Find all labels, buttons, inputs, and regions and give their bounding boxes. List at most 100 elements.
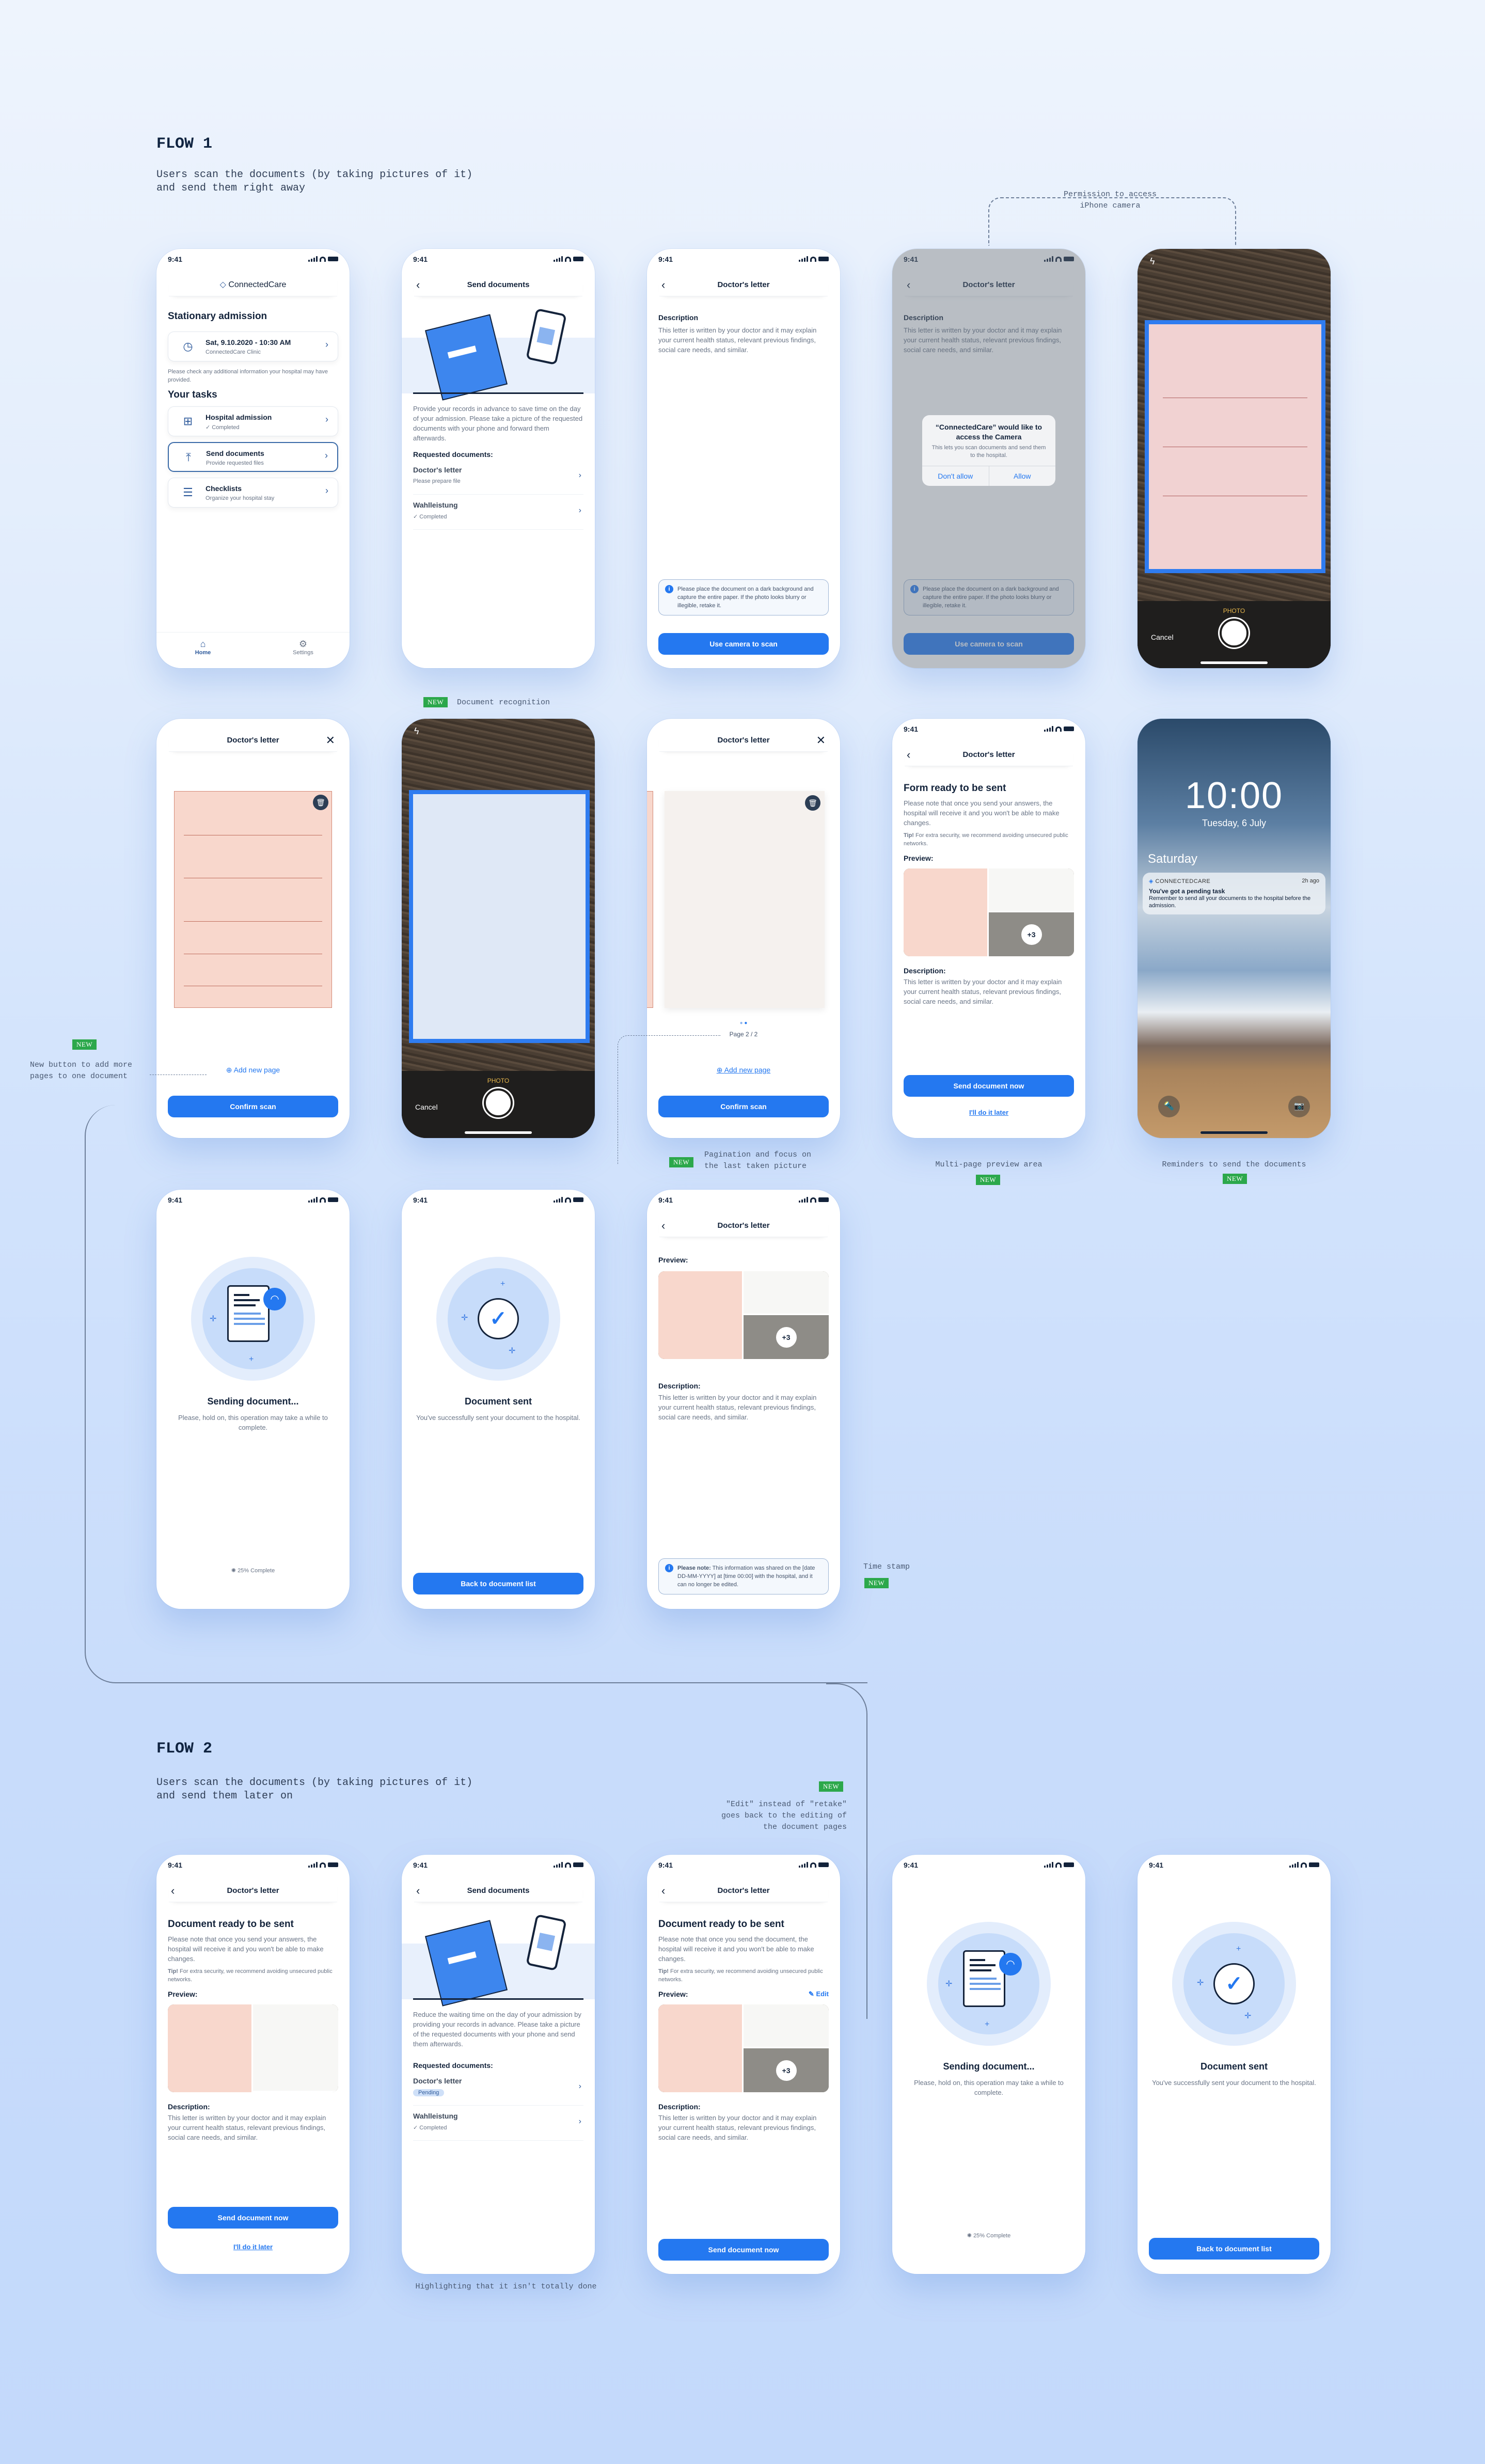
nav-title: Send documents <box>467 280 530 289</box>
wifi-icon <box>1301 1862 1307 1868</box>
back-icon[interactable]: ‹ <box>416 274 420 296</box>
spinner-icon: ✺ <box>967 2233 972 2239</box>
preview-label: Preview: <box>904 854 934 862</box>
battery-icon <box>1064 1862 1074 1867</box>
back-icon[interactable]: ‹ <box>661 274 665 296</box>
back-icon[interactable]: ‹ <box>171 1879 175 1902</box>
trash-icon[interactable]: 🗑 <box>313 795 328 810</box>
back-to-list-button[interactable]: Back to document list <box>1149 2238 1319 2260</box>
previous-page-thumbnail[interactable] <box>647 791 653 1008</box>
multipage-preview[interactable]: +3 <box>658 2004 829 2092</box>
tab-settings[interactable]: ⚙ Settings <box>272 639 334 656</box>
nav-bar: ‹ Send documents <box>414 1879 582 1902</box>
plus-circle-icon: ⊕ <box>226 1066 232 1074</box>
app-icon: ◈ <box>1149 878 1154 884</box>
document-detection-frame <box>409 790 590 1043</box>
battery-icon <box>1309 1862 1319 1867</box>
lock-day: Saturday <box>1148 852 1198 866</box>
close-icon[interactable]: ✕ <box>326 729 335 752</box>
more-pages-badge[interactable]: +3 <box>1021 924 1042 945</box>
success-illustration: ✓ + ✛ ✛ <box>1172 1922 1296 2046</box>
sparkle-icon: + <box>1236 1945 1241 1953</box>
screen-doc-ready-edit: 9:41 ‹ Doctor's letter Document ready to … <box>647 1855 840 2274</box>
close-icon[interactable]: ✕ <box>816 729 826 752</box>
push-notification[interactable]: ◈ CONNECTEDCARE 2h ago You've got a pend… <box>1143 873 1325 914</box>
sent-title: Document sent <box>1200 2061 1268 2072</box>
annotation-doc-recognition: Document recognition <box>457 698 550 707</box>
preview-page-1 <box>658 2004 744 2092</box>
wifi-icon <box>320 1862 326 1868</box>
ready-note: Please note that once you send your answ… <box>168 1935 324 1963</box>
pencil-icon: ✎ <box>808 1990 814 1998</box>
doc-row-wahlleistung[interactable]: Wahlleistung ✓ Completed › <box>413 2107 583 2141</box>
signal-icon <box>554 1862 563 1868</box>
status-bar: 9:41 <box>413 1861 583 1871</box>
camera-icon[interactable]: 📷 <box>1288 1096 1310 1117</box>
logo-icon: ◇ <box>219 280 226 289</box>
doc-row-doctors-letter[interactable]: Doctor's letter Pending › <box>413 2072 583 2106</box>
chevron-right-icon: › <box>325 339 328 350</box>
alert-body: This lets you scan documents and send th… <box>931 445 1046 459</box>
ready-note: Please note that once you send your answ… <box>904 799 1060 827</box>
battery-icon <box>328 257 338 261</box>
do-later-link[interactable]: I'll do it later <box>892 1109 1085 1116</box>
two-page-preview[interactable] <box>168 2004 338 2092</box>
status-bar: 9:41 <box>904 725 1074 735</box>
trash-icon[interactable]: 🗑 <box>805 795 820 811</box>
flash-icon[interactable]: ϟ <box>1150 256 1155 267</box>
do-later-link[interactable]: I'll do it later <box>156 2243 350 2251</box>
edit-button[interactable]: ✎ Edit <box>809 1990 829 1998</box>
description-text: This letter is written by your doctor an… <box>658 2114 817 2141</box>
screen-sent-2: 9:41 ✓ + ✛ ✛ Document sent You've succes… <box>1138 1855 1331 2274</box>
send-now-button[interactable]: Send document now <box>658 2239 829 2261</box>
section-tasks: Your tasks <box>168 389 217 400</box>
appointment-card[interactable]: ◷ Sat, 9.10.2020 - 10:30 AM ConnectedCar… <box>168 331 338 361</box>
screen-camera-recognition: ϟ PHOTO Cancel <box>402 719 595 1138</box>
info-box: i Please place the document on a dark bac… <box>658 579 829 615</box>
nav-title: Doctor's letter <box>962 750 1015 759</box>
signal-icon <box>799 1862 808 1868</box>
send-now-button[interactable]: Send document now <box>168 2207 338 2229</box>
illustration-ground <box>413 392 583 394</box>
flash-off-icon[interactable]: ϟ <box>414 726 419 737</box>
description-text: This letter is written by your doctor an… <box>658 326 817 354</box>
flow1-title: FLOW 1 <box>156 135 213 153</box>
ready-title: Document ready to be sent <box>168 1919 294 1930</box>
sending-title: Sending document... <box>943 2061 1035 2072</box>
screen-sending-2: 9:41 ◠ ✛ + Sending document... Please, h… <box>892 1855 1085 2274</box>
gear-icon: ⚙ <box>298 639 308 649</box>
camera-mode: PHOTO <box>1223 607 1245 614</box>
new-badge: NEW <box>864 1578 889 1588</box>
screen-send-documents: 9:41 ‹ Send documents Provide your record… <box>402 249 595 668</box>
cancel-button[interactable]: Cancel <box>1151 633 1174 641</box>
task-hospital-admission[interactable]: ⊞ Hospital admission ✓ Completed › <box>168 406 338 436</box>
tab-home[interactable]: ⌂ Home <box>172 639 234 656</box>
scanned-page-thumbnail: 🗑 <box>174 791 332 1008</box>
task-checklists[interactable]: ☰ Checklists Organize your hospital stay… <box>168 478 338 508</box>
wifi-icon <box>810 1862 816 1868</box>
dont-allow-button[interactable]: Don't allow <box>922 466 989 486</box>
back-icon[interactable]: ‹ <box>416 1879 420 1902</box>
back-icon[interactable]: ‹ <box>907 744 910 766</box>
doc-row-doctors-letter[interactable]: Doctor's letter Please prepare file › <box>413 461 583 495</box>
doc-row-wahlleistung[interactable]: Wahlleistung ✓ Completed › <box>413 496 583 530</box>
nav-bar: ‹ Doctor's letter <box>905 744 1073 766</box>
signal-icon <box>554 256 563 262</box>
status-bar: 9:41 <box>658 255 829 265</box>
flashlight-icon[interactable]: 🔦 <box>1158 1096 1180 1117</box>
add-page-button[interactable]: ⊕ Add new page <box>167 1066 339 1075</box>
nav-bar: Doctor's letter ✕ <box>169 729 337 752</box>
multipage-preview[interactable]: +3 <box>904 868 1074 956</box>
nav-title: Send documents <box>467 1886 530 1895</box>
send-now-button[interactable]: Send document now <box>904 1075 1074 1097</box>
use-camera-button[interactable]: Use camera to scan <box>658 633 829 655</box>
allow-button[interactable]: Allow <box>988 466 1056 486</box>
signal-icon <box>1289 1862 1299 1868</box>
intro-text: Provide your records in advance to save … <box>413 405 583 442</box>
shutter-button[interactable] <box>1220 619 1249 647</box>
clock-icon: ◷ <box>183 340 193 353</box>
more-pages-badge[interactable]: +3 <box>776 2060 797 2081</box>
task-send-documents[interactable]: ⤒ Send documents Provide requested files… <box>168 442 338 472</box>
back-icon[interactable]: ‹ <box>661 1879 665 1902</box>
document-detection-frame <box>1145 320 1325 573</box>
